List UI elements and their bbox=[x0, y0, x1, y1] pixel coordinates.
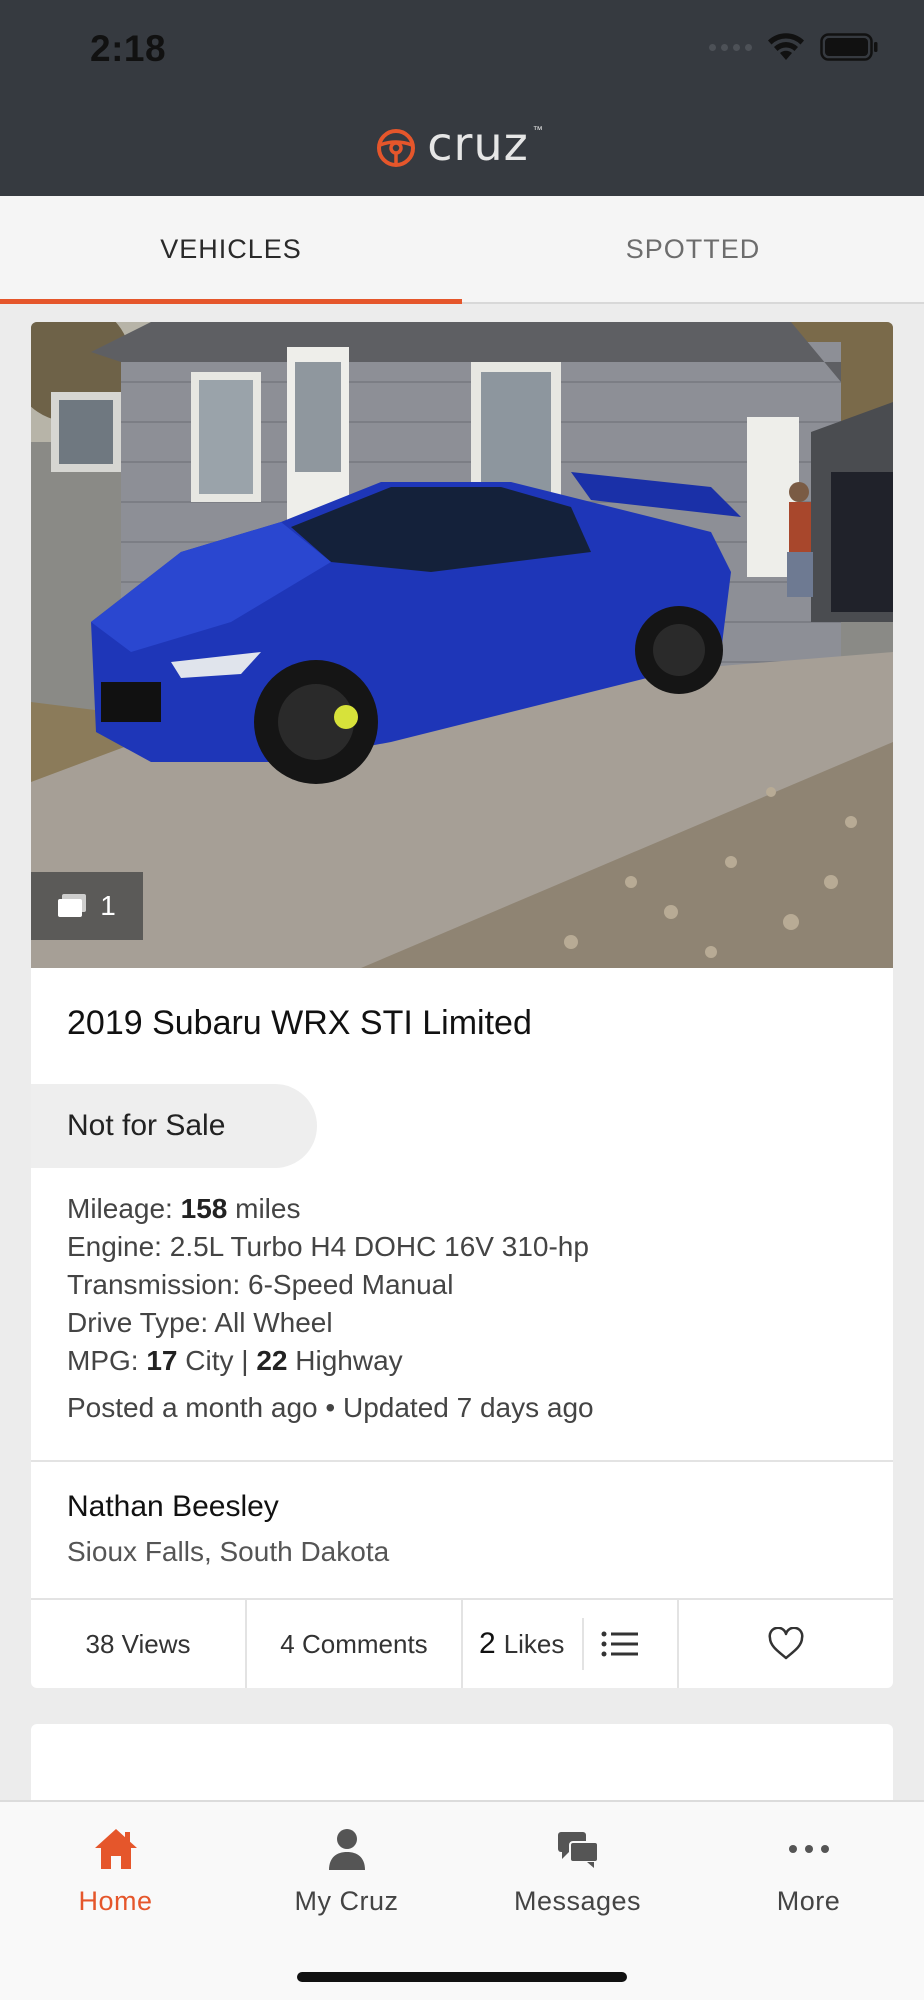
engagement-bar: 38 Views 4 Comments 2 Likes bbox=[31, 1598, 893, 1688]
status-indicators bbox=[709, 32, 878, 62]
more-dots-icon bbox=[788, 1845, 829, 1853]
steering-wheel-icon bbox=[377, 129, 416, 167]
likes-group[interactable]: 2 Likes bbox=[463, 1600, 679, 1688]
bottom-navigation: Home My Cruz Messages More bbox=[0, 1800, 924, 2000]
photos-icon bbox=[58, 894, 87, 917]
home-indicator[interactable] bbox=[297, 1972, 627, 1982]
spec-engine: Engine: 2.5L Turbo H4 DOHC 16V 310-hp bbox=[67, 1231, 589, 1262]
nav-messages-label: Messages bbox=[513, 1886, 642, 1916]
app-header: 2:18 cruz ™ bbox=[0, 0, 924, 196]
feed-tabs: VEHICLES SPOTTED bbox=[0, 196, 924, 304]
spec-transmission: Transmission: 6-Speed Manual bbox=[67, 1269, 454, 1300]
card-divider bbox=[31, 1460, 893, 1462]
tab-vehicles[interactable]: VEHICLES bbox=[0, 196, 462, 304]
brand-logo: cruz ™ bbox=[0, 117, 924, 178]
battery-icon bbox=[820, 33, 878, 61]
vehicle-title[interactable]: 2019 Subaru WRX STI Limited bbox=[67, 1004, 532, 1043]
brand-name: cruz bbox=[427, 117, 529, 171]
like-button[interactable] bbox=[679, 1600, 893, 1688]
nav-more-label: More bbox=[776, 1886, 841, 1916]
spec-mileage: Mileage: 158 miles bbox=[67, 1193, 301, 1224]
owner-location: Sioux Falls, South Dakota bbox=[67, 1536, 390, 1567]
mpg-city: 17 bbox=[146, 1345, 178, 1376]
likes-count: 2 bbox=[479, 1627, 496, 1660]
spec-drive-type: Drive Type: All Wheel bbox=[67, 1307, 333, 1338]
posted-timestamp: Posted a month ago • Updated 7 days ago bbox=[67, 1392, 594, 1423]
person-icon bbox=[328, 1829, 365, 1870]
nav-home[interactable]: Home bbox=[0, 1802, 231, 1932]
brand-trademark: ™ bbox=[532, 124, 543, 136]
views-count: 38 Views bbox=[31, 1600, 247, 1688]
sale-status-badge: Not for Sale bbox=[31, 1084, 317, 1168]
comments-button[interactable]: 4 Comments bbox=[247, 1600, 463, 1688]
home-icon bbox=[94, 1829, 137, 1869]
chat-bubbles-icon bbox=[557, 1832, 599, 1868]
spec-mpg: MPG: 17 City | 22 Highway bbox=[67, 1345, 403, 1376]
vehicle-card[interactable]: 1 2019 Subaru WRX STI Limited Not for Sa… bbox=[31, 322, 893, 1688]
likes-separator bbox=[582, 1618, 585, 1670]
nav-messages[interactable]: Messages bbox=[462, 1802, 693, 1932]
tab-spotted[interactable]: SPOTTED bbox=[462, 196, 924, 302]
nav-home-label: Home bbox=[78, 1886, 153, 1916]
wifi-icon bbox=[768, 33, 804, 60]
likes-label: Likes bbox=[503, 1628, 565, 1659]
mpg-highway: 22 bbox=[256, 1345, 288, 1376]
nav-more[interactable]: More bbox=[693, 1802, 924, 1932]
photo-count-badge[interactable]: 1 bbox=[31, 872, 143, 940]
mileage-value: 158 bbox=[180, 1193, 228, 1224]
vehicle-photo[interactable]: 1 bbox=[31, 322, 893, 968]
cellular-signal-icon bbox=[709, 43, 752, 51]
vehicle-specs: Mileage: 158 miles Engine: 2.5L Turbo H4… bbox=[67, 1190, 589, 1380]
likers-list-icon[interactable] bbox=[600, 1629, 640, 1659]
heart-icon bbox=[768, 1627, 804, 1660]
nav-my-cruz[interactable]: My Cruz bbox=[231, 1802, 462, 1932]
photo-count: 1 bbox=[100, 890, 116, 921]
status-time: 2:18 bbox=[90, 28, 167, 69]
owner-name[interactable]: Nathan Beesley bbox=[67, 1490, 279, 1524]
nav-my-cruz-label: My Cruz bbox=[294, 1886, 399, 1916]
